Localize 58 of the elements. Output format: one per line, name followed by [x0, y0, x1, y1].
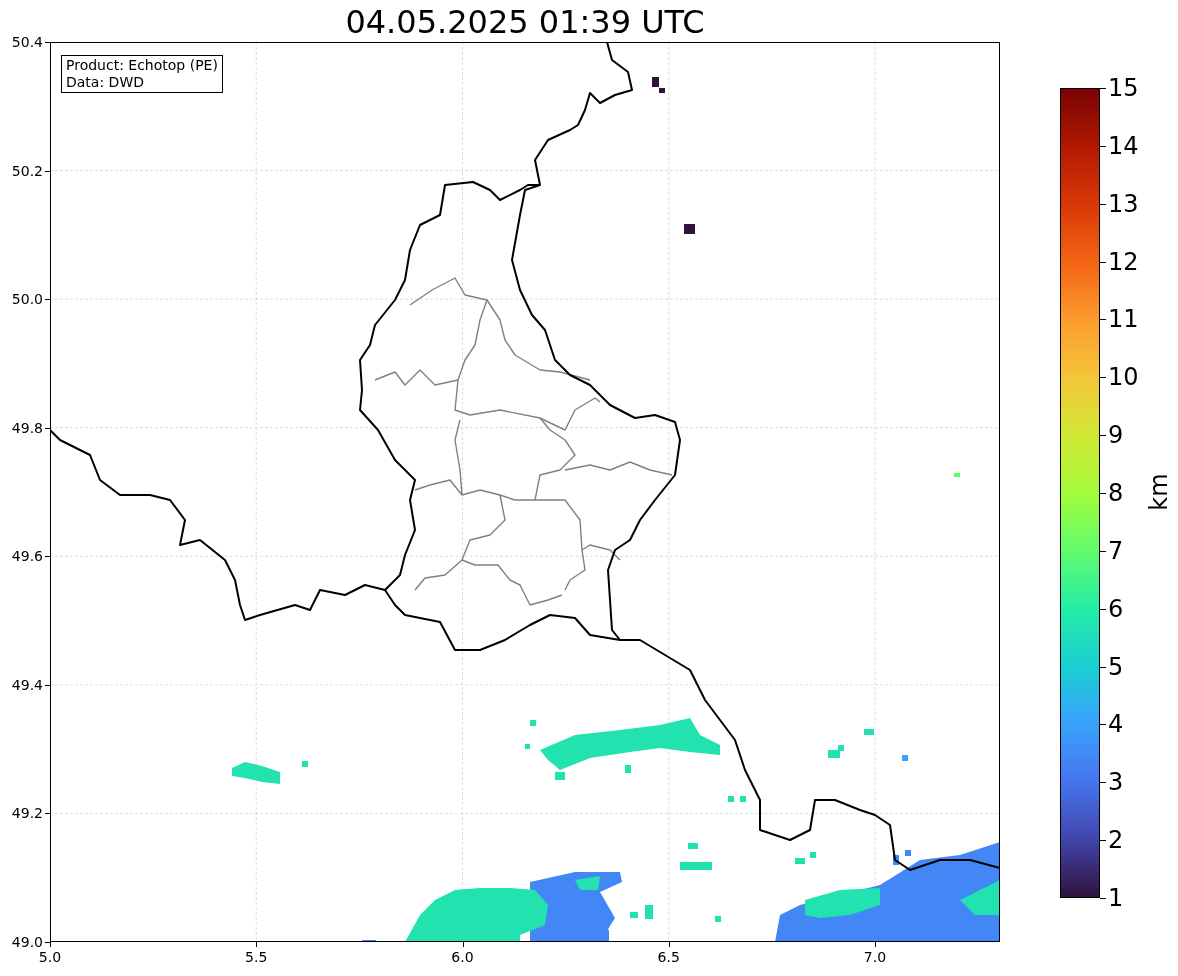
colorbar-tick-label: 7 — [1108, 537, 1124, 564]
tick-mark — [1100, 203, 1106, 205]
tick-mark — [1100, 782, 1106, 784]
chart-title: 04.05.2025 01:39 UTC — [344, 2, 706, 42]
tick-mark — [1100, 435, 1106, 437]
tick-mark — [1100, 319, 1106, 321]
colorbar-label: km — [1144, 473, 1173, 511]
tick-mark — [1100, 88, 1106, 89]
tick-mark — [45, 556, 50, 558]
tick-mark — [1100, 550, 1106, 552]
colorbar-tick-label: 6 — [1108, 595, 1124, 622]
tick-mark — [668, 942, 670, 947]
colorbar-tick-label: 9 — [1108, 422, 1124, 449]
info-text: Product: Echotop (PE) — [66, 57, 218, 74]
colorbar-tick-label: 15 — [1108, 75, 1139, 101]
axis-tick-label: 50.0 — [11, 291, 43, 308]
colorbar-tick-label: 14 — [1108, 132, 1139, 159]
axis-tick-label: 7.0 — [862, 949, 888, 965]
tick-mark — [45, 42, 50, 43]
tick-mark — [45, 170, 50, 172]
axis-tick-label: 49.4 — [11, 676, 43, 693]
tick-mark — [45, 427, 50, 429]
colorbar-tick-label: 5 — [1108, 653, 1124, 680]
tick-mark — [875, 942, 876, 947]
axis-tick-label: 50.2 — [11, 162, 43, 179]
colorbar-tick-label: 8 — [1108, 480, 1124, 506]
tick-mark — [1100, 608, 1106, 610]
tick-mark — [1100, 840, 1106, 842]
axis-tick-label: 50.4 — [11, 34, 43, 50]
axis-tick-label: 49.8 — [11, 419, 43, 436]
axis-tick-label: 6.0 — [450, 949, 475, 965]
tick-mark — [45, 684, 50, 686]
tick-mark — [45, 813, 50, 815]
colorbar-tick-label: 2 — [1108, 827, 1124, 854]
info-text: Data: DWD — [66, 74, 145, 91]
tick-mark — [462, 942, 464, 947]
axis-tick-label: 5.5 — [244, 949, 269, 965]
tick-mark — [1100, 493, 1106, 494]
tick-mark — [45, 299, 50, 301]
colorbar-tick-label: 13 — [1108, 190, 1139, 217]
tick-mark — [1100, 898, 1106, 899]
tick-mark — [1100, 666, 1106, 668]
colorbar-tick-label: 3 — [1108, 769, 1124, 796]
colorbar-tick-label: 1 — [1108, 885, 1124, 911]
tick-mark — [1100, 145, 1106, 147]
axis-tick-label: 6.5 — [656, 949, 681, 965]
colorbar-tick-label: 11 — [1108, 306, 1139, 333]
colorbar-tick-label: 4 — [1108, 711, 1124, 738]
axis-tick-label: 49.2 — [11, 805, 43, 822]
axis-tick-label: 5.0 — [37, 949, 63, 965]
tick-mark — [256, 942, 258, 947]
axis-tick-label: 49.0 — [11, 934, 43, 950]
tick-mark — [1100, 724, 1106, 726]
tick-mark — [1100, 261, 1106, 263]
colorbar-tick-label: 10 — [1108, 364, 1139, 391]
colorbar-tick-label: 12 — [1108, 248, 1139, 275]
axis-tick-label: 49.6 — [11, 548, 43, 565]
tick-mark — [1100, 377, 1106, 379]
